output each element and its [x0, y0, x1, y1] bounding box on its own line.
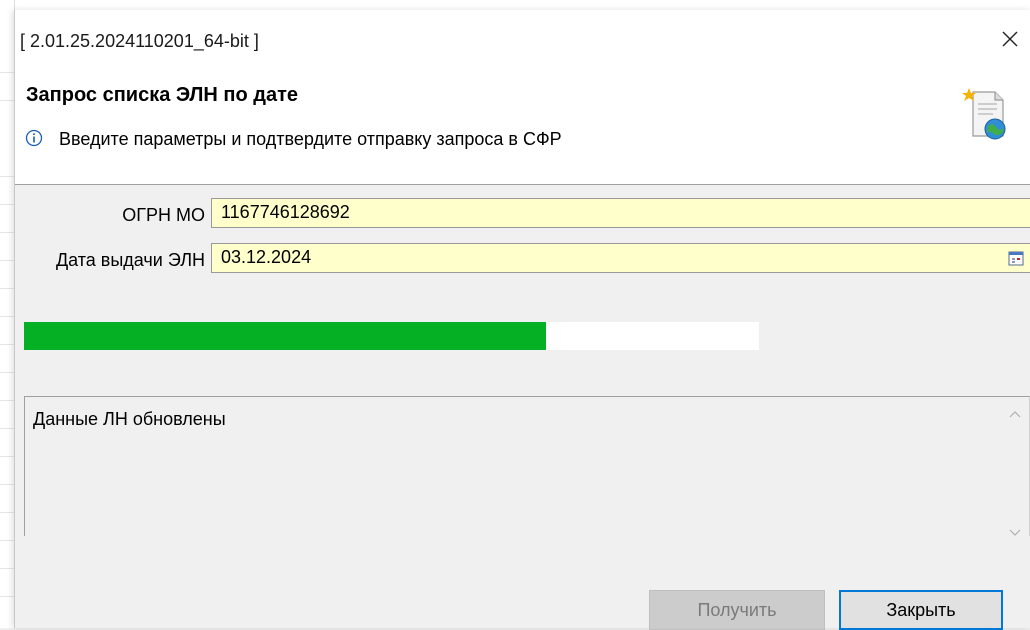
scroll-down-icon[interactable]	[1007, 524, 1023, 540]
header-title: Запрос списка ЭЛН по дате	[26, 84, 298, 106]
log-text: Данные ЛН обновлены	[33, 409, 226, 429]
background-app-strip	[0, 0, 15, 628]
close-button[interactable]: Закрыть	[839, 590, 1003, 630]
progress-fill	[24, 322, 546, 350]
date-input[interactable]: 03.12.2024	[211, 243, 1030, 273]
log-textbox[interactable]: Данные ЛН обновлены	[24, 396, 1030, 536]
window-title: [ 2.01.25.2024110201_64-bit ]	[20, 31, 259, 51]
date-value: 03.12.2024	[221, 247, 312, 267]
scroll-up-icon[interactable]	[1007, 407, 1023, 423]
get-button[interactable]: Получить	[649, 590, 825, 630]
ogrn-label: ОГРН МО	[122, 205, 205, 225]
info-icon	[25, 129, 43, 147]
dialog-header: Запрос списка ЭЛН по дате Введите параме…	[15, 72, 1030, 185]
ogrn-value: 1167746128692	[221, 202, 350, 222]
dialog-window: [ 2.01.25.2024110201_64-bit ] Запрос спи…	[14, 10, 1030, 630]
close-icon[interactable]	[999, 28, 1021, 50]
ogrn-input[interactable]: 1167746128692	[211, 198, 1030, 228]
document-globe-icon	[962, 88, 1006, 140]
background-app-top	[0, 0, 1030, 10]
header-subtitle: Введите параметры и подтвердите отправку…	[59, 129, 562, 149]
date-label: Дата выдачи ЭЛН	[55, 250, 205, 270]
calendar-icon[interactable]	[1008, 250, 1024, 266]
title-bar[interactable]: [ 2.01.25.2024110201_64-bit ]	[15, 10, 1030, 72]
progress-bar	[24, 322, 759, 350]
